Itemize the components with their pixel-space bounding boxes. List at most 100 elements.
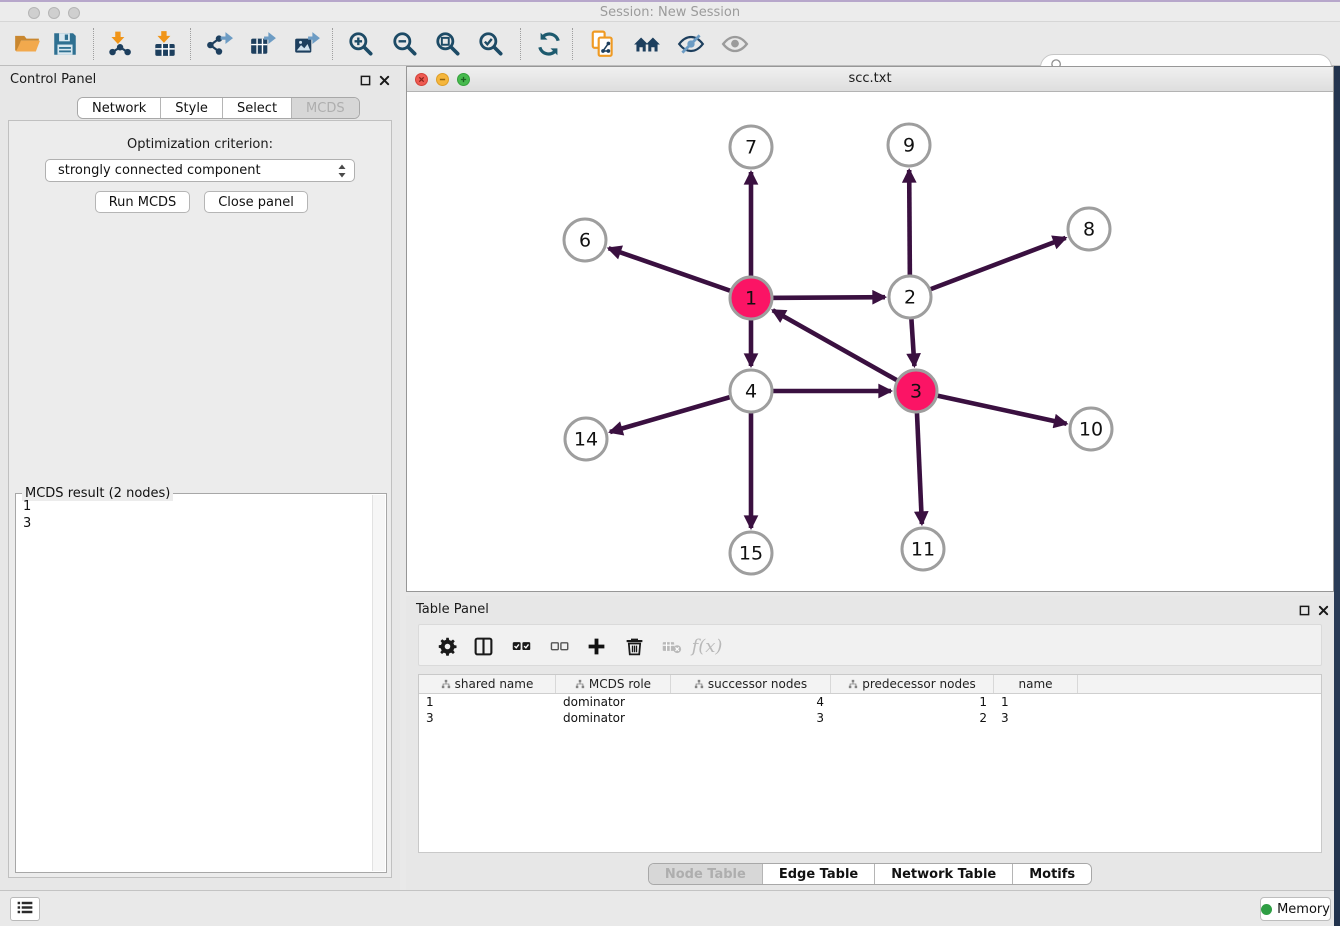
import-network-icon[interactable] xyxy=(102,27,136,61)
result-line: 3 xyxy=(23,515,372,532)
zoom-in-icon[interactable] xyxy=(344,27,378,61)
criterion-select[interactable]: strongly connected component xyxy=(45,159,355,182)
deselect-all-icon[interactable] xyxy=(545,633,573,659)
tab-mcds[interactable]: MCDS xyxy=(292,98,359,118)
table-cell[interactable]: 1 xyxy=(419,694,556,710)
show-all-icon[interactable] xyxy=(718,27,752,61)
sort-icon xyxy=(441,679,451,689)
status-bar: Memory xyxy=(0,890,1340,926)
table-row[interactable]: 3dominator323 xyxy=(419,710,1321,726)
table-toolbar: f(x) xyxy=(418,624,1322,666)
table-cell[interactable]: 4 xyxy=(671,694,831,710)
result-scrollbar[interactable] xyxy=(372,495,385,871)
export-table-icon[interactable] xyxy=(246,27,280,61)
close-panel-button[interactable]: Close panel xyxy=(204,191,308,213)
edge-1-6[interactable] xyxy=(609,248,751,298)
export-image-icon[interactable] xyxy=(290,27,324,61)
memory-button[interactable]: Memory xyxy=(1260,897,1331,921)
toolbar-separator xyxy=(93,28,94,60)
toolbar-separator xyxy=(520,28,521,60)
close-panel-icon[interactable] xyxy=(377,73,392,88)
network-view-window: scc.txt 7968124314101511 xyxy=(406,66,1334,592)
graph-node-label: 7 xyxy=(745,137,757,159)
toolbar-separator xyxy=(332,28,333,60)
tab-node-table[interactable]: Node Table xyxy=(649,864,763,884)
tab-network[interactable]: Network xyxy=(78,98,161,118)
zoom-fit-icon[interactable] xyxy=(431,27,465,61)
delete-column-icon[interactable] xyxy=(620,633,648,659)
mac-titlebar: Session: New Session xyxy=(0,0,1340,22)
table-cell[interactable]: 2 xyxy=(831,710,994,726)
table-panel-title: Table Panel xyxy=(416,602,489,617)
refresh-layout-icon[interactable] xyxy=(532,27,566,61)
toolbar-separator xyxy=(572,28,573,60)
edge-3-10[interactable] xyxy=(916,391,1067,424)
table-close-icon[interactable] xyxy=(1316,603,1331,618)
tab-motifs[interactable]: Motifs xyxy=(1013,864,1091,884)
float-panel-icon[interactable] xyxy=(358,73,373,88)
column-header-predecessor-nodes[interactable]: predecessor nodes xyxy=(831,675,994,693)
main-toolbar xyxy=(0,22,1340,66)
column-header-shared-name[interactable]: shared name xyxy=(419,675,556,693)
split-columns-icon[interactable] xyxy=(469,633,497,659)
edge-3-1[interactable] xyxy=(773,310,916,391)
mcds-result-text[interactable]: 13 xyxy=(17,495,372,871)
save-session-icon[interactable] xyxy=(48,27,82,61)
table-cell[interactable]: 3 xyxy=(671,710,831,726)
graph-node-label: 9 xyxy=(903,135,915,157)
column-header-successor-nodes[interactable]: successor nodes xyxy=(671,675,831,693)
table-cell[interactable]: 1 xyxy=(994,694,1078,710)
open-file-icon[interactable] xyxy=(10,27,44,61)
run-mcds-button[interactable]: Run MCDS xyxy=(95,191,190,213)
table-row[interactable]: 1dominator411 xyxy=(419,694,1321,710)
mcds-result-group: MCDS result (2 nodes) 13 xyxy=(15,493,387,873)
tab-select[interactable]: Select xyxy=(223,98,292,118)
export-network-icon[interactable] xyxy=(202,27,236,61)
gear-icon[interactable] xyxy=(433,633,461,659)
column-label: MCDS role xyxy=(589,677,651,691)
new-network-from-selection-icon[interactable] xyxy=(586,27,620,61)
table-header-row: shared name MCDS role successor nodes prede… xyxy=(419,675,1321,694)
select-all-icon[interactable] xyxy=(507,633,535,659)
graph-node-label: 4 xyxy=(745,381,757,403)
zoom-out-icon[interactable] xyxy=(388,27,422,61)
table-cell[interactable]: 3 xyxy=(994,710,1078,726)
table-cell[interactable]: dominator xyxy=(556,710,671,726)
hide-selected-icon[interactable] xyxy=(674,27,708,61)
graph-node-label: 10 xyxy=(1079,419,1103,441)
table-cell[interactable]: 1 xyxy=(831,694,994,710)
column-label: successor nodes xyxy=(708,677,807,691)
table-cell[interactable]: dominator xyxy=(556,694,671,710)
sort-icon xyxy=(848,679,858,689)
graph-node-label: 11 xyxy=(911,539,935,561)
network-window-titlebar: scc.txt xyxy=(407,67,1333,92)
tab-style[interactable]: Style xyxy=(161,98,223,118)
import-table-icon[interactable] xyxy=(148,27,182,61)
memory-status-dot xyxy=(1261,904,1272,915)
tab-edge-table[interactable]: Edge Table xyxy=(763,864,875,884)
mcds-panel: Optimization criterion: strongly connect… xyxy=(8,120,392,878)
table-cell[interactable]: 3 xyxy=(419,710,556,726)
application-window: Session: New Session Control Panel Netwo… xyxy=(0,0,1340,926)
edge-2-8[interactable] xyxy=(910,238,1066,297)
column-label: shared name xyxy=(455,677,534,691)
network-canvas[interactable]: 7968124314101511 xyxy=(407,92,1333,591)
delete-table-icon[interactable] xyxy=(657,633,685,659)
function-builder-icon[interactable]: f(x) xyxy=(693,633,721,659)
control-panel-tabs: NetworkStyleSelectMCDS xyxy=(77,97,360,119)
tab-network-table[interactable]: Network Table xyxy=(875,864,1013,884)
column-header-name[interactable]: name xyxy=(994,675,1078,693)
task-history-button[interactable] xyxy=(10,897,40,921)
column-header-MCDS-role[interactable]: MCDS role xyxy=(556,675,671,693)
table-float-icon[interactable] xyxy=(1297,603,1312,618)
add-column-icon[interactable] xyxy=(582,633,610,659)
result-line: 1 xyxy=(23,498,372,515)
graph-node-label: 3 xyxy=(910,381,922,403)
criterion-label: Optimization criterion: xyxy=(9,137,391,152)
graph-node-label: 2 xyxy=(904,287,916,309)
zoom-selected-icon[interactable] xyxy=(474,27,508,61)
first-neighbors-icon[interactable] xyxy=(630,27,664,61)
graph-node-label: 8 xyxy=(1083,219,1095,241)
sort-icon xyxy=(575,679,585,689)
column-label: name xyxy=(1018,677,1052,691)
